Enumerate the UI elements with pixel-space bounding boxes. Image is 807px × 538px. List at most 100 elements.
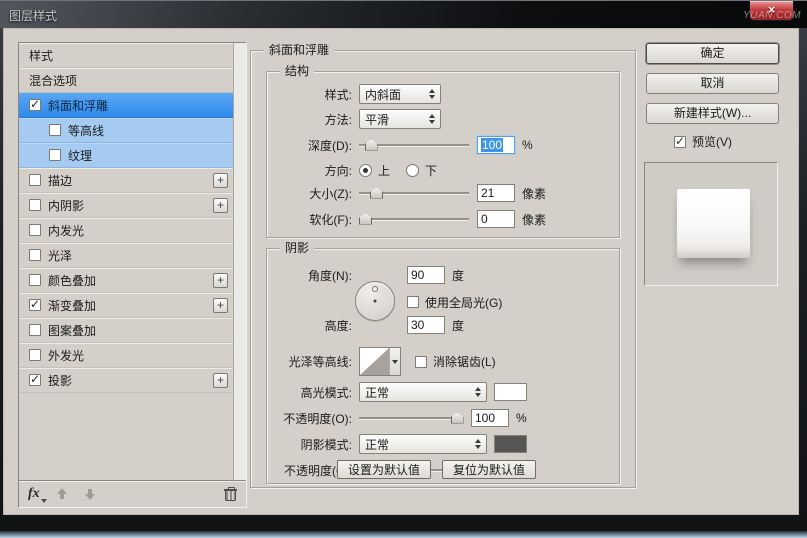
contour-checkbox[interactable]	[49, 124, 61, 136]
inner-glow-checkbox[interactable]	[29, 224, 41, 236]
soften-input[interactable]: 0	[477, 210, 515, 228]
sidebar-item-label: 纹理	[68, 147, 92, 164]
sidebar-item-pattern-overlay[interactable]: 图案叠加	[19, 318, 233, 343]
outer-glow-checkbox[interactable]	[29, 349, 41, 361]
size-label: 大小(Z):	[267, 185, 352, 202]
antialias-label: 消除锯齿(L)	[433, 353, 496, 370]
panel-title: 斜面和浮雕	[264, 43, 334, 57]
preview-label: 预览(V)	[692, 133, 732, 150]
inner-shadow-add-button[interactable]: +	[213, 198, 228, 213]
sidebar-item-label: 等高线	[68, 122, 104, 139]
highlight-opacity-label: 不透明度(O):	[267, 410, 352, 427]
size-slider[interactable]	[359, 187, 469, 200]
titlebar: 图层样式 × YUAN.COM	[0, 0, 807, 28]
inner-shadow-checkbox[interactable]	[29, 199, 41, 211]
angle-dial-handle[interactable]	[372, 286, 378, 292]
sidebar-item-blending-options[interactable]: 混合选项	[19, 68, 233, 93]
sidebar-footer-toolbar: fx	[19, 480, 246, 507]
size-input[interactable]: 21	[477, 184, 515, 202]
altitude-input[interactable]: 30	[407, 316, 445, 334]
sidebar-item-inner-glow[interactable]: 内发光	[19, 218, 233, 243]
contour-preview-icon	[360, 348, 389, 375]
depth-slider[interactable]	[359, 139, 469, 152]
sidebar-item-bevel-emboss[interactable]: 斜面和浮雕	[19, 93, 233, 118]
select-arrows-icon	[424, 114, 435, 124]
sidebar-item-color-overlay[interactable]: 颜色叠加+	[19, 268, 233, 293]
highlight-color-swatch[interactable]	[494, 383, 527, 401]
style-select[interactable]: 内斜面	[359, 84, 441, 104]
gloss-contour-picker[interactable]	[359, 347, 401, 376]
move-down-icon[interactable]	[84, 488, 96, 500]
gradient-overlay-checkbox[interactable]	[29, 299, 41, 311]
angle-input[interactable]: 90	[407, 266, 445, 284]
sidebar-item-label: 样式	[29, 47, 53, 64]
drop-shadow-checkbox[interactable]	[29, 374, 41, 386]
sidebar-item-texture[interactable]: 纹理	[19, 143, 233, 168]
fx-menu-button[interactable]: fx	[28, 486, 40, 502]
direction-down-radio[interactable]	[406, 164, 419, 177]
sidebar-item-label: 光泽	[48, 247, 72, 264]
satin-checkbox[interactable]	[29, 249, 41, 261]
sidebar-item-satin[interactable]: 光泽	[19, 243, 233, 268]
window-frame-bottom	[0, 531, 807, 538]
drop-shadow-add-button[interactable]: +	[213, 373, 228, 388]
sidebar-item-stroke[interactable]: 描边+	[19, 168, 233, 193]
cancel-button[interactable]: 取消	[646, 73, 779, 94]
structure-group: 结构 样式: 内斜面 方法: 平滑 深度(D):	[266, 71, 620, 238]
direction-up-radio[interactable]	[359, 164, 372, 177]
technique-select[interactable]: 平滑	[359, 109, 441, 129]
reset-default-button[interactable]: 复位为默认值	[442, 460, 536, 479]
color-overlay-checkbox[interactable]	[29, 274, 41, 286]
altitude-unit: 度	[452, 317, 464, 334]
sidebar-item-styles[interactable]: 样式	[19, 43, 233, 68]
gradient-overlay-add-button[interactable]: +	[213, 298, 228, 313]
global-light-checkbox[interactable]	[407, 296, 419, 308]
ok-button[interactable]: 确定	[646, 43, 779, 64]
color-overlay-add-button[interactable]: +	[213, 273, 228, 288]
close-button[interactable]: ×	[749, 1, 794, 21]
direction-label: 方向:	[267, 162, 352, 179]
stroke-checkbox[interactable]	[29, 174, 41, 186]
texture-checkbox[interactable]	[49, 149, 61, 161]
sidebar-item-inner-shadow[interactable]: 内阴影+	[19, 193, 233, 218]
sidebar-list: 样式混合选项斜面和浮雕等高线纹理描边+内阴影+内发光光泽颜色叠加+渐变叠加+图案…	[19, 43, 233, 480]
select-arrows-icon	[470, 387, 481, 397]
technique-label: 方法:	[267, 111, 352, 128]
sidebar-scrollbar[interactable]	[233, 43, 246, 480]
sidebar-item-label: 斜面和浮雕	[48, 97, 108, 114]
fx-caret-icon	[41, 499, 47, 503]
soften-slider[interactable]	[359, 213, 469, 226]
direction-up-label: 上	[378, 162, 390, 179]
highlight-opacity-input[interactable]: 100	[471, 409, 509, 427]
select-arrows-icon	[470, 439, 481, 449]
sidebar-item-outer-glow[interactable]: 外发光	[19, 343, 233, 368]
make-default-button[interactable]: 设置为默认值	[337, 460, 431, 479]
sidebar-item-drop-shadow[interactable]: 投影 +	[19, 368, 233, 393]
move-up-icon[interactable]	[56, 488, 68, 500]
sidebar-item-gradient-overlay[interactable]: 渐变叠加+	[19, 293, 233, 318]
antialias-checkbox[interactable]	[415, 356, 427, 368]
sidebar-item-label: 投影	[48, 372, 72, 389]
soften-label: 软化(F):	[267, 211, 352, 228]
highlight-mode-label: 高光模式:	[267, 384, 352, 401]
shadow-mode-select[interactable]: 正常	[359, 434, 487, 454]
bevel-emboss-checkbox[interactable]	[29, 99, 41, 111]
select-arrows-icon	[424, 89, 435, 99]
depth-input[interactable]: 100	[477, 136, 515, 154]
window-title: 图层样式	[9, 7, 57, 24]
style-preview-thumbnail	[677, 189, 750, 258]
sidebar-item-label: 外发光	[48, 347, 84, 364]
sidebar-item-contour[interactable]: 等高线	[19, 118, 233, 143]
depth-unit: %	[522, 138, 533, 152]
highlight-mode-select[interactable]: 正常	[359, 382, 487, 402]
shadow-color-swatch[interactable]	[494, 435, 527, 453]
global-light-label: 使用全局光(G)	[425, 294, 502, 311]
highlight-opacity-slider[interactable]	[359, 412, 463, 425]
stroke-add-button[interactable]: +	[213, 173, 228, 188]
highlight-opacity-unit: %	[516, 411, 527, 425]
pattern-overlay-checkbox[interactable]	[29, 324, 41, 336]
preview-checkbox[interactable]	[674, 136, 686, 148]
new-style-button[interactable]: 新建样式(W)...	[646, 103, 779, 124]
delete-effect-icon[interactable]	[224, 487, 237, 501]
dialog-body: 样式混合选项斜面和浮雕等高线纹理描边+内阴影+内发光光泽颜色叠加+渐变叠加+图案…	[3, 28, 799, 515]
